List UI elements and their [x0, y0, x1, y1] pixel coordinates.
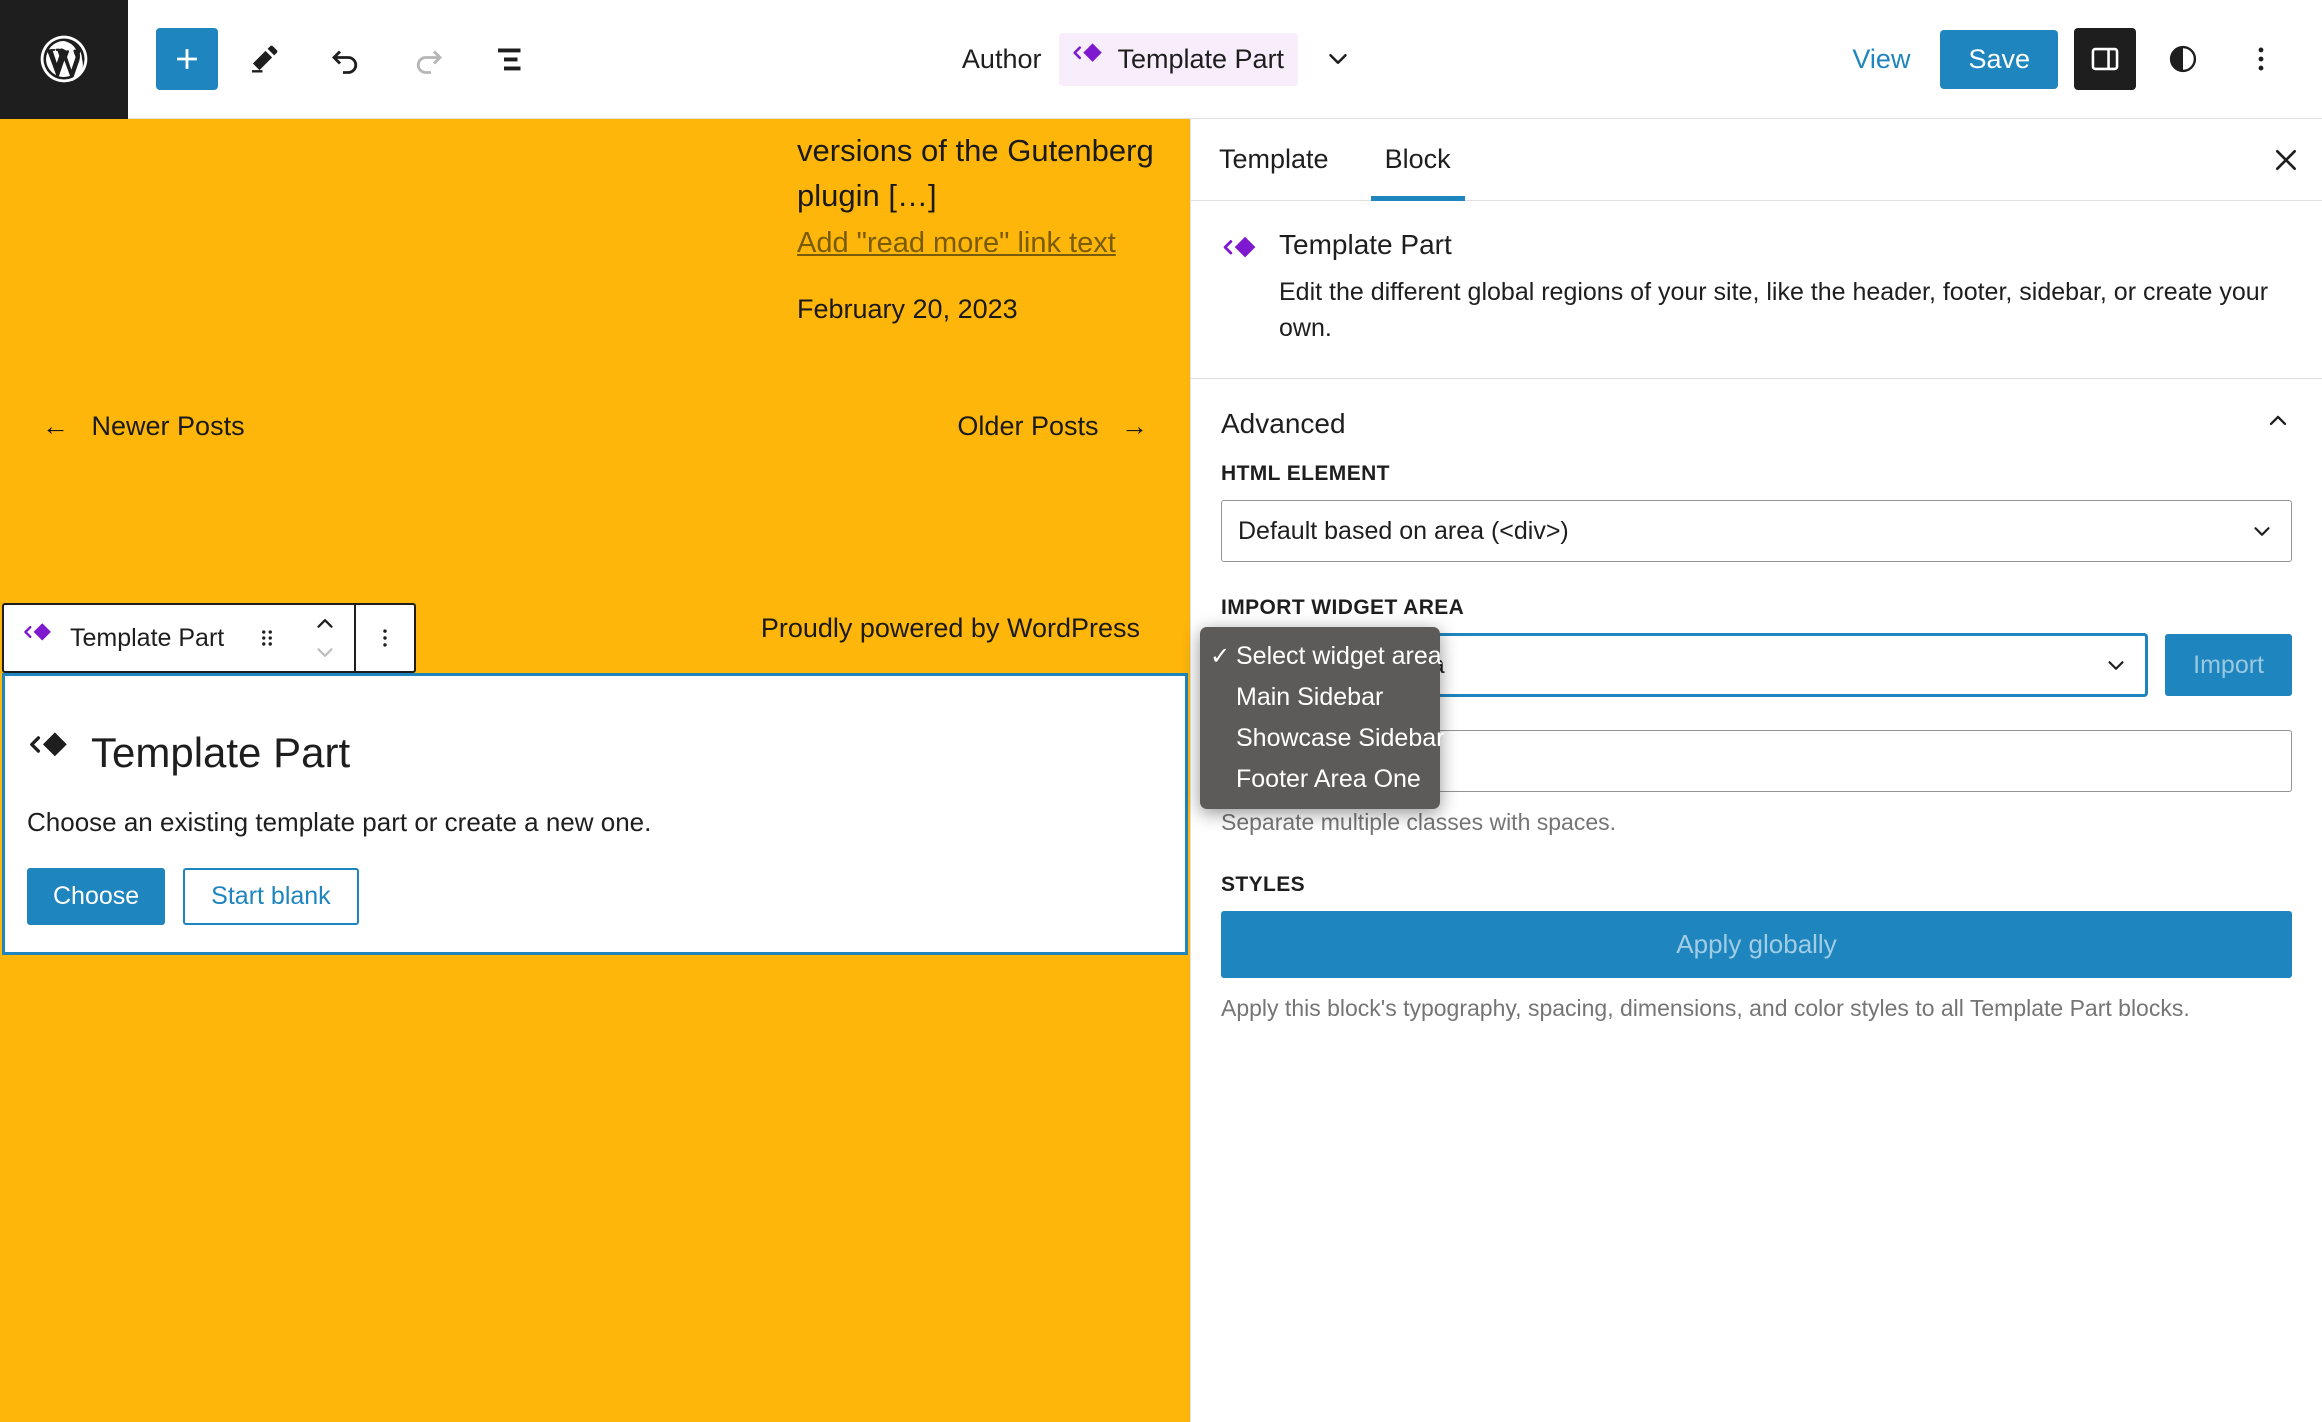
- placeholder-description: Choose an existing template part or crea…: [27, 807, 652, 837]
- widget-area-option-label: Select widget area: [1236, 642, 1442, 670]
- advanced-panel-title: Advanced: [1221, 407, 1346, 439]
- template-part-placeholder-block[interactable]: Template Part Choose an existing templat…: [2, 673, 1188, 955]
- view-link[interactable]: View: [1838, 44, 1924, 75]
- newer-posts-link[interactable]: ← Newer Posts: [42, 411, 245, 442]
- add-block-button[interactable]: [156, 28, 218, 90]
- wordpress-link[interactable]: WordPress: [1007, 613, 1140, 643]
- newer-posts-label: Newer Posts: [91, 411, 245, 441]
- widget-area-option-label: Showcase Sidebar: [1236, 724, 1445, 752]
- wordpress-logo-icon[interactable]: [0, 0, 128, 119]
- read-more-link-placeholder[interactable]: Add "read more" link text: [797, 227, 1116, 260]
- tab-block[interactable]: Block: [1357, 119, 1479, 201]
- import-button[interactable]: Import: [2165, 634, 2292, 696]
- save-button[interactable]: Save: [1940, 29, 2058, 89]
- editor-header: Author Template Part View Save: [0, 0, 2322, 119]
- redo-button[interactable]: [392, 23, 464, 95]
- block-info-text: Template Part Edit the different global …: [1279, 229, 2292, 346]
- widget-area-option-main-sidebar[interactable]: Main Sidebar: [1200, 677, 1440, 718]
- template-part-icon: [22, 620, 54, 657]
- block-info-description: Edit the different global regions of you…: [1279, 278, 2269, 342]
- chevron-down-icon: [317, 648, 333, 657]
- block-info-title: Template Part: [1279, 229, 1452, 260]
- apply-globally-button[interactable]: Apply globally: [1221, 910, 2292, 978]
- older-posts-label: Older Posts: [957, 411, 1099, 441]
- post-excerpt-tail: versions of the Gutenberg plugin […]: [797, 133, 1154, 213]
- advanced-panel-header[interactable]: Advanced: [1221, 379, 2292, 462]
- styles-label: Styles: [1221, 872, 1306, 896]
- list-view-button[interactable]: [474, 23, 546, 95]
- widget-area-option-label: Footer Area One: [1236, 765, 1421, 793]
- ellipsis-vertical-icon[interactable]: [2230, 28, 2292, 90]
- colophon-prefix: Proudly powered by: [760, 613, 1007, 643]
- document-area-label: Author: [961, 43, 1042, 74]
- placeholder-title: Template Part: [91, 728, 351, 776]
- chevron-up-icon: [317, 619, 333, 628]
- start-blank-button[interactable]: Start blank: [183, 868, 359, 925]
- chevron-down-icon[interactable]: [1316, 37, 1360, 81]
- site-colophon: Proudly powered by WordPress: [761, 613, 1140, 644]
- block-toolbar-main-segment: Template Part: [4, 605, 354, 671]
- posts-pagination: ← Newer Posts Older Posts →: [0, 411, 1190, 442]
- checkmark-icon: ✓: [1210, 643, 1231, 670]
- choose-button[interactable]: Choose: [27, 868, 166, 925]
- block-toolbar-options-segment: [356, 605, 414, 671]
- html-element-field: HTML element Default based on area (<div…: [1221, 462, 2292, 562]
- styles-field: Styles Apply globally Apply this block's…: [1221, 873, 2292, 1025]
- widget-area-option-showcase-sidebar[interactable]: Showcase Sidebar: [1200, 718, 1444, 759]
- older-posts-link[interactable]: Older Posts →: [957, 411, 1148, 442]
- ellipsis-vertical-icon[interactable]: [356, 605, 414, 671]
- template-part-icon: [27, 728, 71, 777]
- chevron-down-icon: [2103, 652, 2129, 678]
- tab-template[interactable]: Template: [1191, 119, 1357, 200]
- block-type-switcher-button[interactable]: Template Part: [4, 620, 238, 657]
- widget-area-option-select-widget-area[interactable]: ✓ Select widget area: [1200, 636, 1442, 677]
- arrow-left-icon: ←: [42, 411, 69, 441]
- arrow-right-icon: →: [1121, 411, 1148, 441]
- widget-area-option-label: Main Sidebar: [1236, 683, 1384, 711]
- document-title-chip[interactable]: Template Part: [1059, 32, 1299, 86]
- block-toolbar: Template Part: [2, 603, 417, 673]
- html-element-select[interactable]: Default based on area (<div>): [1221, 500, 2292, 562]
- template-part-icon: [1071, 40, 1105, 79]
- editor-canvas[interactable]: versions of the Gutenberg plugin […] Add…: [0, 119, 1190, 1422]
- editor-body: versions of the Gutenberg plugin […] Add…: [0, 119, 2322, 1422]
- undo-button[interactable]: [310, 23, 382, 95]
- block-info-card: Template Part Edit the different global …: [1191, 201, 2322, 379]
- sidebar-toggle-icon[interactable]: [2074, 28, 2136, 90]
- chevron-up-icon: [2264, 407, 2292, 440]
- post-date: February 20, 2023: [797, 294, 1018, 324]
- html-element-label: HTML element: [1221, 462, 1390, 485]
- sidebar-tablist: Template Block: [1191, 119, 2322, 201]
- template-part-icon: [1221, 229, 1259, 346]
- widget-area-select-popup[interactable]: ✓ Select widget area Main Sidebar Showca…: [1200, 627, 1444, 809]
- drag-handle-icon[interactable]: [238, 605, 296, 671]
- placeholder-actions: Choose Start blank: [27, 868, 1163, 925]
- block-toolbar-label: Template Part: [70, 623, 225, 652]
- edit-tool-button[interactable]: [228, 23, 300, 95]
- contrast-styles-icon[interactable]: [2152, 28, 2214, 90]
- html-element-value: Default based on area (<div>): [1238, 516, 1569, 545]
- chevron-down-icon: [2249, 518, 2275, 544]
- header-right-actions: View Save: [1838, 28, 2322, 90]
- placeholder-header: Template Part: [27, 728, 1163, 777]
- import-widget-area-label: Import widget area: [1221, 596, 1465, 619]
- widget-area-option-footer-area-one[interactable]: Footer Area One: [1200, 759, 1440, 800]
- close-icon[interactable]: [2250, 119, 2322, 200]
- apply-globally-help: Apply this block's typography, spacing, …: [1221, 994, 2190, 1021]
- wordpress-site-editor: Author Template Part View Save versions …: [0, 0, 2322, 1422]
- document-title-label: Template Part: [1117, 43, 1285, 74]
- block-mover[interactable]: [296, 611, 354, 665]
- additional-css-classes-help: Separate multiple classes with spaces.: [1221, 809, 1617, 835]
- header-left-toolbar: [128, 23, 546, 95]
